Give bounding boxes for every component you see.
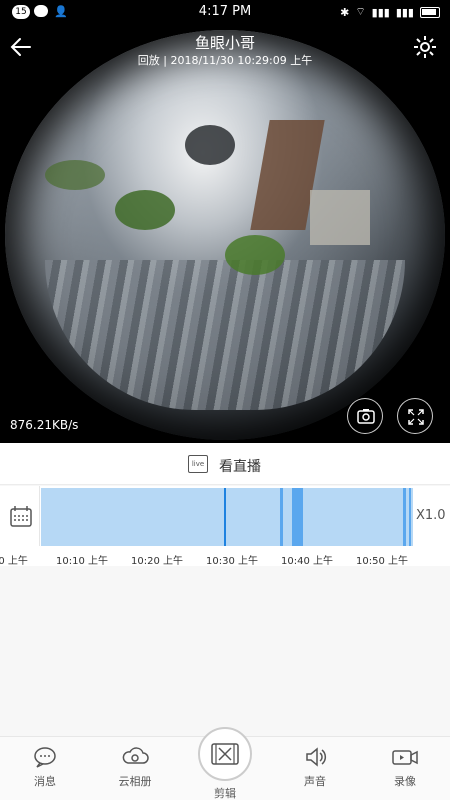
nav-messages[interactable]: 消息 <box>15 745 75 789</box>
nav-cloud-album[interactable]: 云相册 <box>105 745 165 789</box>
nav-sound-label: 声音 <box>304 775 326 788</box>
nav-messages-label: 消息 <box>34 775 56 788</box>
fullscreen-icon <box>408 409 424 425</box>
bitrate-text: 876.21KB/s <box>10 418 79 432</box>
time-ticks: 00 上午 10:10 上午 10:20 上午 10:30 上午 10:40 上… <box>0 546 450 567</box>
nav-sound[interactable]: 声音 <box>285 745 345 789</box>
cloud-album-icon <box>122 747 149 764</box>
status-icons: ✱ ⌔ ▮▮▮ ▮▮▮ <box>340 5 440 19</box>
playback-speed[interactable]: X1.0 <box>416 508 446 523</box>
recording-segment <box>403 488 406 546</box>
live-icon: live <box>188 455 208 473</box>
nav-edit-label: 剪辑 <box>214 787 236 800</box>
recording-segment <box>409 488 411 546</box>
signal2-icon: ▮▮▮ <box>395 5 414 19</box>
chat-icon <box>34 747 56 768</box>
watch-live-button[interactable]: live 看直播 <box>0 443 450 485</box>
wifi-icon: ⌔ <box>355 5 366 18</box>
camera-icon <box>357 409 375 424</box>
video-view[interactable]: 15 👤 4:17 PM ✱ ⌔ ▮▮▮ ▮▮▮ 鱼眼小哥 回放 | 2018/… <box>0 0 450 443</box>
nav-cloud-album-label: 云相册 <box>118 775 152 788</box>
bottom-nav: 消息 云相册 剪辑 声音 录像 <box>0 727 450 800</box>
nav-record-label: 录像 <box>394 775 416 788</box>
playback-timestamp: 回放 | 2018/11/30 10:29:09 上午 <box>137 54 313 67</box>
tick-label: 10:10 上午 <box>56 556 108 567</box>
recording-segment <box>280 488 283 546</box>
gear-icon[interactable] <box>412 34 438 60</box>
film-edit-icon <box>211 743 239 765</box>
signal-icon: ▮▮▮ <box>371 5 390 19</box>
tick-label: 10:30 上午 <box>206 556 258 567</box>
video-record-icon <box>392 750 418 765</box>
status-bar: 15 👤 4:17 PM ✱ ⌔ ▮▮▮ ▮▮▮ <box>0 0 450 24</box>
battery-icon <box>420 6 440 18</box>
fullscreen-button[interactable] <box>397 398 433 434</box>
tick-label: 10:40 上午 <box>281 556 333 567</box>
fisheye-image <box>5 30 445 440</box>
tick-label: 10:50 上午 <box>356 556 408 567</box>
calendar-button[interactable] <box>0 486 40 546</box>
nav-record[interactable]: 录像 <box>375 745 435 789</box>
tick-label: 10:20 上午 <box>131 556 183 567</box>
recording-track[interactable] <box>41 488 413 546</box>
content-area <box>0 566 450 736</box>
recording-segment <box>292 488 303 546</box>
bluetooth-icon: ✱ <box>340 5 350 19</box>
edit-button[interactable]: 剪辑 <box>198 727 252 800</box>
timeline-playhead[interactable] <box>224 488 226 546</box>
screenshot-button[interactable] <box>347 398 383 434</box>
device-title: 鱼眼小哥 <box>194 34 255 52</box>
calendar-icon <box>10 506 32 527</box>
screen: 15 👤 4:17 PM ✱ ⌔ ▮▮▮ ▮▮▮ 鱼眼小哥 回放 | 2018/… <box>0 0 450 800</box>
tick-label: 00 上午 <box>0 556 28 567</box>
speaker-icon <box>306 747 327 767</box>
watch-live-label: 看直播 <box>219 459 261 475</box>
